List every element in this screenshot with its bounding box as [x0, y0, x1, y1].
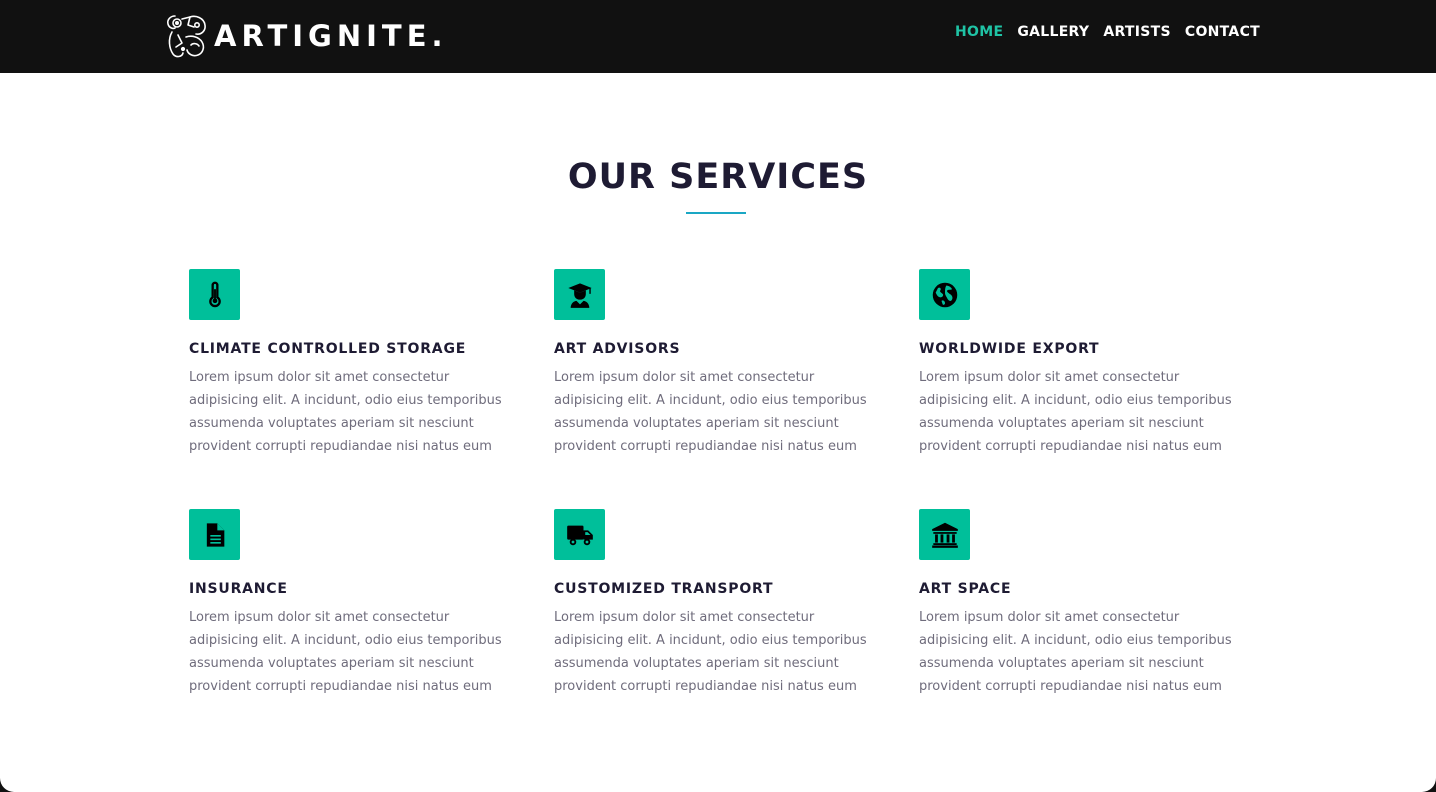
service-card-transport: CUSTOMIZED TRANSPORT Lorem ipsum dolor s…: [554, 509, 884, 698]
service-description: Lorem ipsum dolor sit amet consectetur a…: [554, 610, 867, 694]
nav-artists[interactable]: ARTISTS: [1103, 24, 1171, 40]
title-underline: [686, 212, 746, 214]
service-description: Lorem ipsum dolor sit amet consectetur a…: [189, 370, 502, 454]
main-nav: HOME GALLERY ARTISTS CONTACT: [955, 24, 1260, 40]
service-icon-box: [919, 509, 970, 560]
service-title: CUSTOMIZED TRANSPORT: [554, 581, 774, 597]
service-title: WORLDWIDE EXPORT: [919, 341, 1100, 357]
service-card-storage: CLIMATE CONTROLLED STORAGE Lorem ipsum d…: [189, 269, 519, 458]
section-title: OUR SERVICES: [567, 157, 869, 197]
service-card-advisors: ART ADVISORS Lorem ipsum dolor sit amet …: [554, 269, 884, 458]
service-title: ART ADVISORS: [554, 341, 681, 357]
service-icon-box: [189, 509, 240, 560]
nav-home[interactable]: HOME: [955, 24, 1003, 40]
service-description: Lorem ipsum dolor sit amet consectetur a…: [919, 610, 1232, 694]
service-description: Lorem ipsum dolor sit amet consectetur a…: [189, 610, 502, 694]
service-card-export: WORLDWIDE EXPORT Lorem ipsum dolor sit a…: [919, 269, 1249, 458]
service-title: ART SPACE: [919, 581, 1012, 597]
service-title: CLIMATE CONTROLLED STORAGE: [189, 341, 467, 357]
service-description: Lorem ipsum dolor sit amet consectetur a…: [554, 370, 867, 454]
thermometer-icon: [208, 281, 221, 307]
truck-icon: [566, 525, 593, 545]
navbar: ARTIGNITE. HOME GALLERY ARTISTS CONTACT: [0, 0, 1436, 73]
service-description: Lorem ipsum dolor sit amet consectetur a…: [919, 370, 1232, 454]
nav-gallery[interactable]: GALLERY: [1017, 24, 1089, 40]
brand-logo[interactable]: ARTIGNITE.: [166, 12, 448, 60]
service-icon-box: [919, 269, 970, 320]
service-title: INSURANCE: [189, 581, 288, 597]
page: ARTIGNITE. HOME GALLERY ARTISTS CONTACT …: [0, 0, 1436, 792]
brand-name: ARTIGNITE.: [214, 19, 448, 53]
service-icon-box: [189, 269, 240, 320]
service-icon-box: [554, 269, 605, 320]
globe-icon: [932, 282, 957, 307]
service-card-insurance: INSURANCE Lorem ipsum dolor sit amet con…: [189, 509, 519, 698]
artignite-logo-icon: [167, 15, 206, 58]
nav-contact[interactable]: CONTACT: [1185, 24, 1260, 40]
bank-icon: [931, 522, 958, 548]
document-icon: [206, 522, 224, 547]
service-card-art-space: ART SPACE Lorem ipsum dolor sit amet con…: [919, 509, 1249, 698]
graduate-icon: [567, 282, 592, 308]
service-icon-box: [554, 509, 605, 560]
